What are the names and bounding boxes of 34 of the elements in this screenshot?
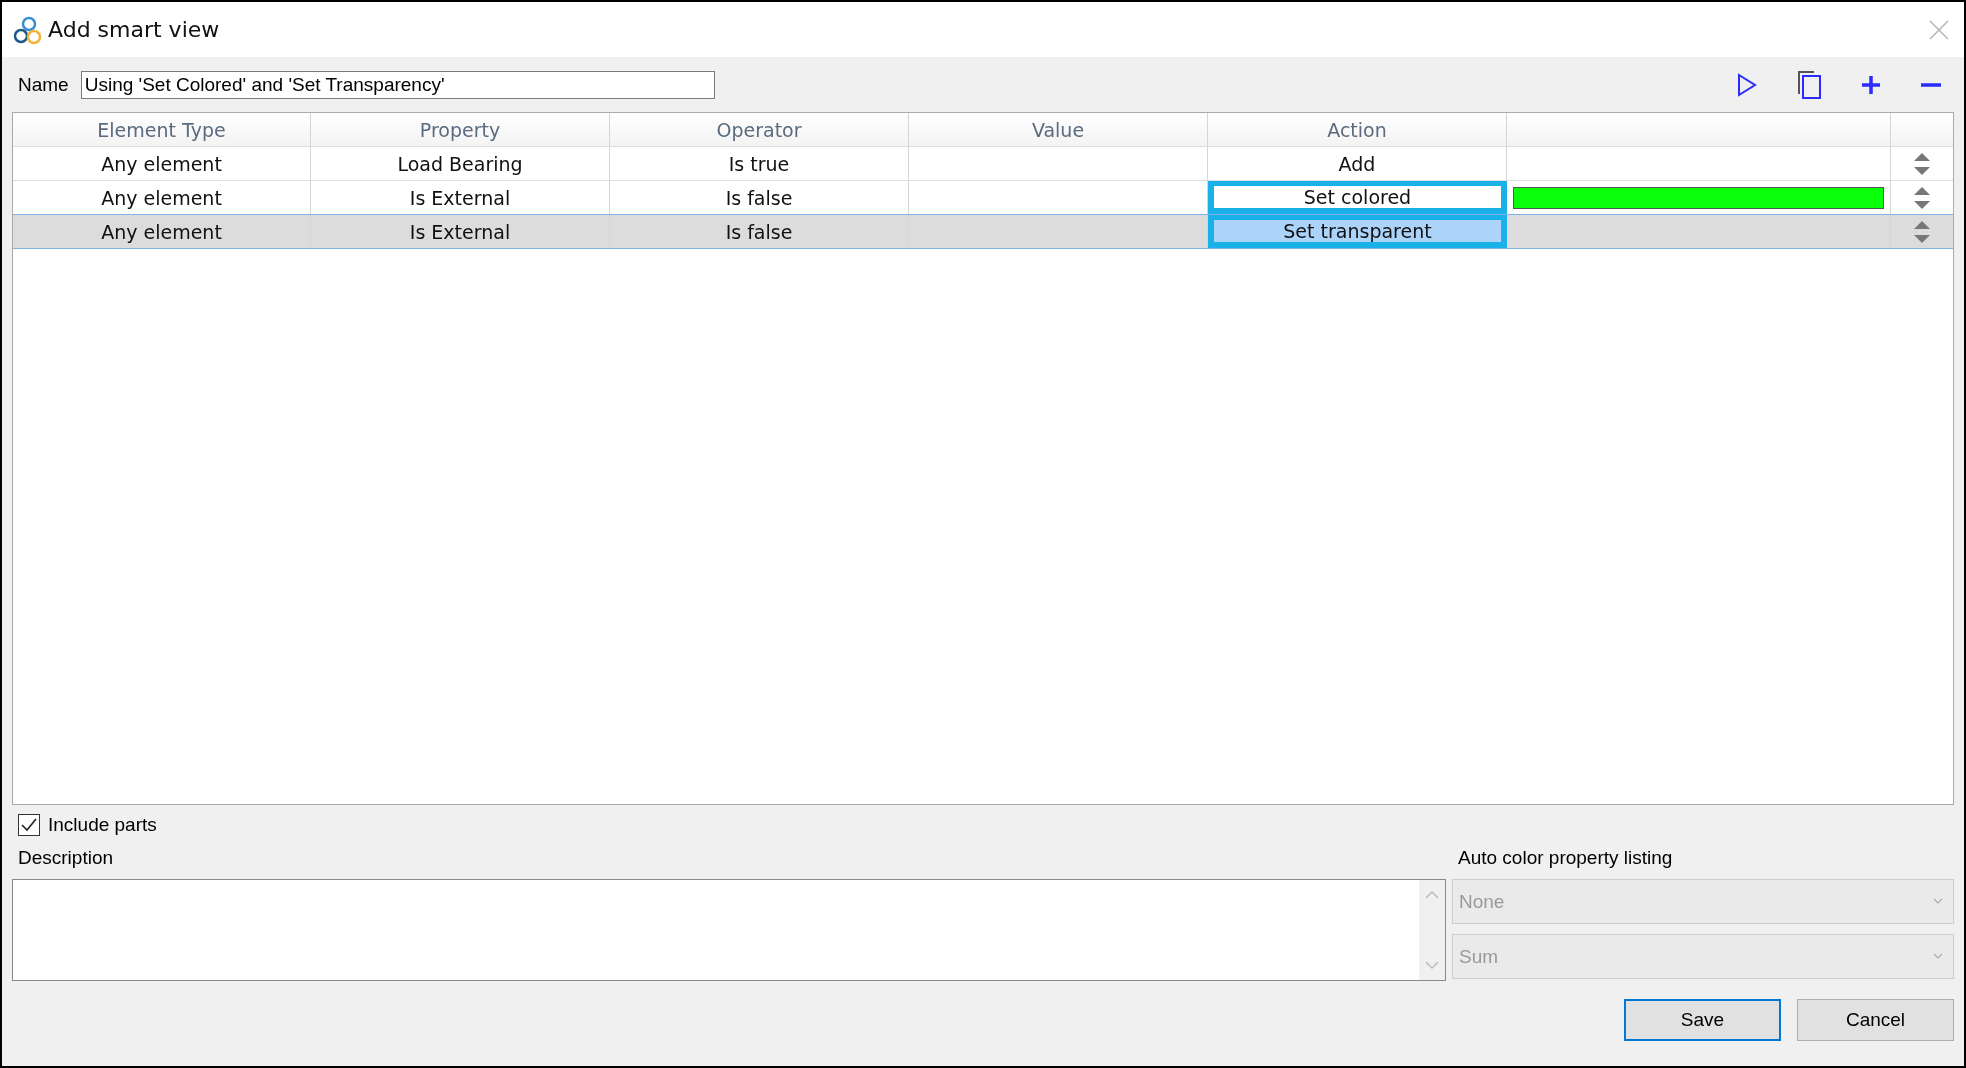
copy-icon[interactable] [1796,69,1822,100]
table-row[interactable]: Any element Is External Is false Set transparent [13,214,1953,249]
chevron-down-icon [1933,898,1943,905]
table-cell: Any element [13,147,311,180]
table-cell: Is true [610,147,909,180]
checkbox-label: Include parts [48,814,157,836]
description-label: Description [17,847,115,870]
column-header[interactable]: Property [311,113,610,146]
table-row[interactable]: Any element Load Bearing Is true Add [13,147,1953,181]
dialog-button[interactable]: Cancel [1797,999,1954,1041]
table-cell: Is External [311,215,610,248]
reorder-icon[interactable] [1913,151,1931,176]
column-header[interactable]: Value [909,113,1208,146]
rings-logo-icon [12,14,42,45]
column-header[interactable]: Operator [610,113,909,146]
add-icon[interactable] [1860,73,1882,96]
reorder-icon[interactable] [1913,219,1931,244]
table-cell: Add [1208,147,1507,180]
chevron-down-icon [1933,953,1943,960]
table-cell: Set transparent [1208,215,1507,248]
name-field[interactable]: Using 'Set Colored' and 'Set Transparency' [80,70,715,99]
reorder-icon[interactable] [1913,185,1931,210]
checkbox[interactable] [18,814,40,836]
table-cell: Is false [610,215,909,248]
auto-color-label: Auto color property listing [1457,847,1674,870]
table-cell: Load Bearing [311,147,610,180]
play-icon[interactable] [1736,72,1758,97]
name-label: Name [18,73,69,96]
window-title: Add smart view [48,17,221,42]
column-header[interactable]: Action [1208,113,1507,146]
table-cell: Any element [13,215,311,248]
dialog-button[interactable]: Save [1624,999,1781,1041]
column-header[interactable]: Element Type [13,113,311,146]
color-swatch[interactable] [1513,186,1884,209]
